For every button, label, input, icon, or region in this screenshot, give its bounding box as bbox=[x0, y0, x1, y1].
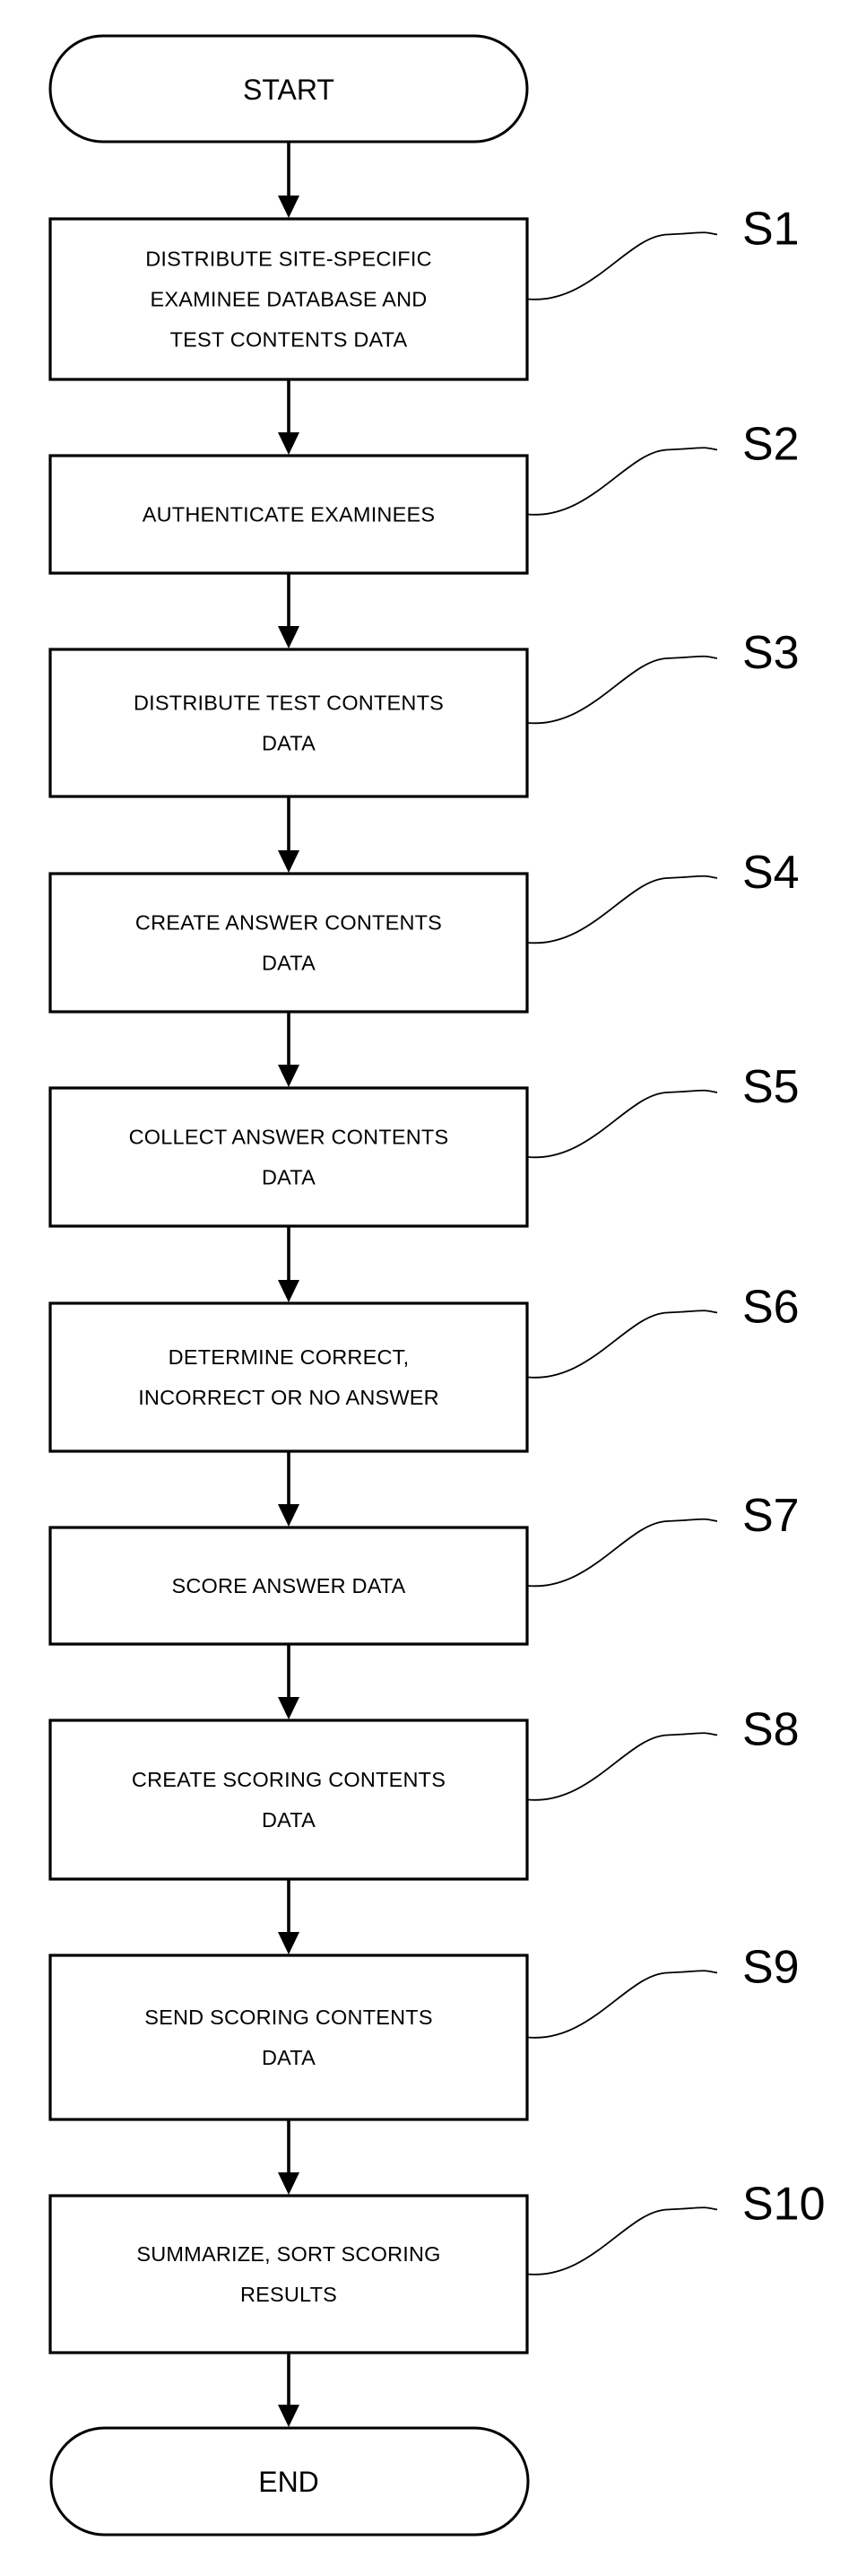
step-s3: DISTRIBUTE TEST CONTENTS DATA S3 bbox=[48, 627, 800, 798]
step-text-line: DATA bbox=[262, 732, 316, 755]
step-text-line: SCORE ANSWER DATA bbox=[171, 1574, 405, 1597]
step-text-line: DATA bbox=[262, 1166, 316, 1189]
arrow-head-icon bbox=[278, 432, 299, 455]
end-label: END bbox=[258, 2466, 319, 2498]
flow-arrow bbox=[278, 2354, 299, 2427]
step-text-line: INCORRECT OR NO ANSWER bbox=[138, 1386, 439, 1409]
step-text-line: DISTRIBUTE TEST CONTENTS bbox=[134, 692, 444, 715]
step-s9: SEND SCORING CONTENTS DATA S9 bbox=[48, 1942, 800, 2121]
leader-line bbox=[527, 875, 718, 944]
step-id-label: S5 bbox=[742, 1061, 800, 1113]
leader-line bbox=[527, 1518, 718, 1588]
step-box bbox=[48, 1954, 529, 2121]
step-s10: SUMMARIZE, SORT SCORING RESULTS S10 bbox=[48, 2179, 826, 2354]
flow-arrow bbox=[278, 797, 299, 873]
start-label: START bbox=[243, 74, 334, 106]
flow-arrow bbox=[278, 1452, 299, 1527]
flow-arrow bbox=[278, 2120, 299, 2195]
step-s6: DETERMINE CORRECT, INCORRECT OR NO ANSWER… bbox=[48, 1282, 800, 1453]
step-text-line: COLLECT ANSWER CONTENTS bbox=[129, 1126, 449, 1149]
step-id-label: S9 bbox=[742, 1942, 800, 1994]
step-id-label: S2 bbox=[742, 419, 800, 471]
step-s1: DISTRIBUTE SITE-SPECIFIC EXAMINEE DATABAS… bbox=[48, 204, 800, 381]
step-box bbox=[48, 872, 529, 1014]
leader-line bbox=[527, 1310, 718, 1379]
step-text-line: EXAMINEE DATABASE AND bbox=[151, 288, 428, 311]
step-s5: COLLECT ANSWER CONTENTS DATA S5 bbox=[48, 1061, 800, 1228]
leader-line bbox=[527, 655, 718, 725]
step-id-label: S6 bbox=[742, 1282, 800, 1334]
step-text-line: DETERMINE CORRECT, bbox=[169, 1345, 410, 1369]
step-box bbox=[48, 648, 529, 798]
step-id-label: S10 bbox=[742, 2179, 826, 2231]
step-s2: AUTHENTICATE EXAMINEES S2 bbox=[48, 419, 800, 575]
flow-arrow bbox=[278, 1013, 299, 1087]
leader-line bbox=[527, 2206, 718, 2276]
step-s4: CREATE ANSWER CONTENTS DATA S4 bbox=[48, 847, 800, 1014]
step-s8: CREATE SCORING CONTENTS DATA S8 bbox=[48, 1704, 800, 1881]
arrow-head-icon bbox=[278, 196, 299, 218]
arrow-head-icon bbox=[278, 1932, 299, 1954]
arrow-head-icon bbox=[278, 1697, 299, 1719]
arrow-head-icon bbox=[278, 1065, 299, 1087]
step-box bbox=[48, 1719, 529, 1881]
step-text-line: CREATE ANSWER CONTENTS bbox=[135, 911, 442, 935]
step-text-line: RESULTS bbox=[240, 2283, 337, 2306]
process-steps: DISTRIBUTE SITE-SPECIFIC EXAMINEE DATABAS… bbox=[48, 204, 826, 2354]
step-text-line: DATA bbox=[262, 1808, 316, 1832]
arrow-head-icon bbox=[278, 2172, 299, 2195]
leader-line bbox=[527, 1732, 718, 1801]
step-text-line: AUTHENTICATE EXAMINEES bbox=[143, 503, 435, 527]
leader-line bbox=[527, 231, 718, 300]
step-id-label: S8 bbox=[742, 1704, 800, 1756]
leader-line bbox=[527, 1970, 718, 2039]
flow-arrow bbox=[278, 1880, 299, 1954]
step-text-line: DISTRIBUTE SITE-SPECIFIC bbox=[145, 248, 431, 271]
flow-arrow bbox=[278, 574, 299, 648]
step-id-label: S4 bbox=[742, 847, 800, 899]
step-text-line: SUMMARIZE, SORT SCORING bbox=[136, 2242, 440, 2266]
arrow-head-icon bbox=[278, 626, 299, 648]
arrow-head-icon bbox=[278, 1504, 299, 1527]
step-text-line: DATA bbox=[262, 2046, 316, 2069]
flow-arrow bbox=[278, 1645, 299, 1719]
arrow-head-icon bbox=[278, 1280, 299, 1302]
step-box bbox=[48, 1086, 529, 1228]
step-box bbox=[48, 2194, 529, 2354]
flow-arrow bbox=[278, 1227, 299, 1302]
step-id-label: S3 bbox=[742, 627, 800, 679]
step-id-label: S1 bbox=[742, 204, 800, 256]
leader-line bbox=[527, 447, 718, 516]
flow-arrow bbox=[278, 143, 299, 218]
step-s7: SCORE ANSWER DATA S7 bbox=[48, 1490, 800, 1646]
end-terminal: END bbox=[49, 2426, 530, 2537]
step-box bbox=[48, 1301, 529, 1453]
arrow-head-icon bbox=[278, 850, 299, 873]
arrow-head-icon bbox=[278, 2405, 299, 2427]
flowchart: START DISTRIBUTE SITE-SPECIFIC EXAMINEE D… bbox=[48, 34, 826, 2537]
step-text-line: DATA bbox=[262, 952, 316, 975]
start-terminal: START bbox=[48, 34, 529, 144]
step-id-label: S7 bbox=[742, 1490, 800, 1542]
step-text-line: TEST CONTENTS DATA bbox=[170, 328, 408, 352]
step-text-line: CREATE SCORING CONTENTS bbox=[132, 1768, 446, 1791]
leader-line bbox=[527, 1089, 718, 1159]
step-text-line: SEND SCORING CONTENTS bbox=[144, 2006, 432, 2029]
flow-arrow bbox=[278, 380, 299, 455]
